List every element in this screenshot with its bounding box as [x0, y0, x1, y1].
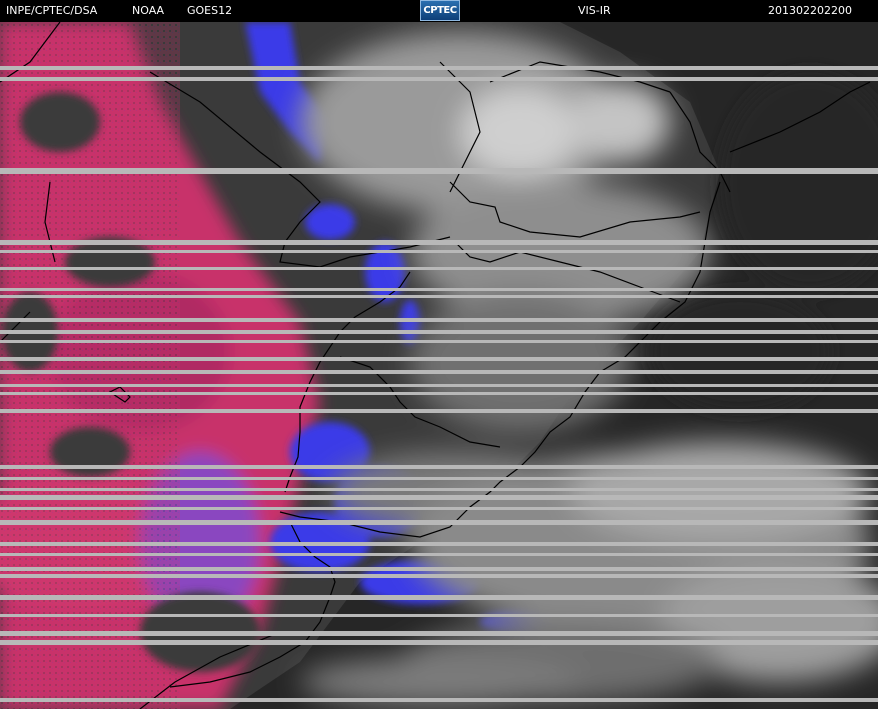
- scan-line: [0, 330, 878, 334]
- scan-line: [0, 340, 878, 343]
- scan-line: [0, 250, 878, 253]
- timestamp-label: 201302202200: [768, 4, 852, 17]
- scan-line: [0, 384, 878, 387]
- scan-line: [0, 698, 878, 702]
- scan-line: [0, 477, 878, 480]
- cptec-logo: CPTEC: [420, 0, 460, 21]
- scan-line: [0, 465, 878, 469]
- scan-line: [0, 614, 878, 617]
- scan-line: [0, 318, 878, 322]
- scan-line: [0, 507, 878, 510]
- scan-line: [0, 392, 878, 395]
- scan-line: [0, 370, 878, 374]
- scan-line: [0, 595, 878, 600]
- scan-line: [0, 267, 878, 270]
- scan-line: [0, 640, 878, 645]
- scan-line: [0, 288, 878, 291]
- scan-line: [0, 574, 878, 578]
- scan-line: [0, 553, 878, 556]
- scan-line: [0, 409, 878, 413]
- channel-label: VIS-IR: [578, 4, 611, 17]
- scan-line: [0, 495, 878, 500]
- image-header-bar: INPE/CPTEC/DSA NOAA GOES12 CPTEC VIS-IR …: [0, 0, 878, 22]
- source-label: NOAA: [132, 4, 165, 17]
- scan-line: [0, 631, 878, 636]
- scan-line: [0, 542, 878, 546]
- scan-line: [0, 520, 878, 525]
- agency-label: INPE/CPTEC/DSA: [6, 4, 98, 17]
- satellite-label: GOES12: [187, 4, 233, 17]
- scan-line: [0, 488, 878, 491]
- scan-line: [0, 168, 878, 174]
- scan-line: [0, 66, 878, 70]
- scan-line: [0, 567, 878, 571]
- scan-line: [0, 240, 878, 245]
- satellite-image: [0, 22, 878, 709]
- scan-line: [0, 357, 878, 361]
- scan-line: [0, 77, 878, 81]
- scan-line: [0, 295, 878, 298]
